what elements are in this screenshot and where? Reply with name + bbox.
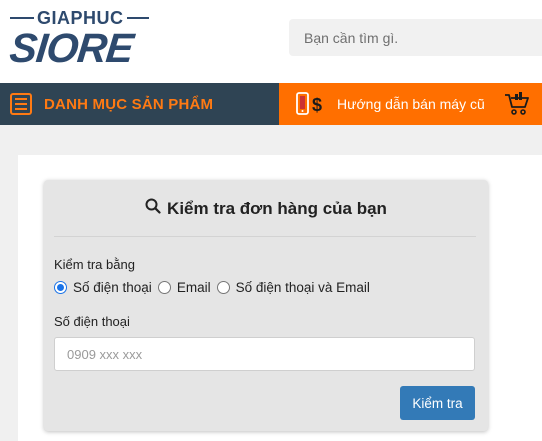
order-check-card: Kiểm tra đơn hàng của bạn Kiểm tra bằng … (44, 180, 488, 431)
search-input[interactable] (289, 19, 542, 56)
card-title: Kiểm tra đơn hàng của bạn (44, 198, 488, 219)
search-icon (145, 198, 161, 219)
card-divider (54, 236, 476, 237)
cart-icon[interactable] (504, 92, 530, 116)
logo-wordmark-bottom: SIORE (7, 25, 136, 71)
card-title-text: Kiểm tra đơn hàng của bạn (167, 198, 387, 218)
check-method-group: Số điện thoại Email Số điện thoại và Ema… (54, 280, 376, 295)
phone-input[interactable] (54, 337, 475, 371)
radio-option-phone-email[interactable]: Số điện thoại và Email (216, 280, 370, 295)
radio-email[interactable] (157, 281, 171, 294)
check-order-button[interactable]: Kiểm tra (400, 386, 475, 420)
svg-text:$: $ (312, 95, 322, 115)
phone-field-label: Số điện thoại (54, 314, 130, 329)
nav-bar: DANH MỤC SẢN PHẨM $ Hướng dẫn bán máy cũ (0, 83, 542, 125)
radio-option-phone[interactable]: Số điện thoại (54, 280, 152, 295)
radio-email-label: Email (176, 280, 211, 295)
store-logo[interactable]: GIAPHUC SIORE (7, 8, 170, 71)
radio-phone-email[interactable] (216, 281, 230, 294)
sell-guide-label: Hướng dẫn bán máy cũ (337, 96, 485, 112)
search-box (289, 19, 542, 56)
category-menu-label: DANH MỤC SẢN PHẨM (44, 95, 214, 113)
radio-phone[interactable] (54, 281, 67, 294)
logo-line-right (126, 17, 149, 19)
category-menu-button[interactable]: DANH MỤC SẢN PHẨM (0, 83, 279, 125)
site-header: GIAPHUC SIORE (0, 0, 542, 83)
hamburger-menu-icon (10, 93, 32, 115)
logo-line-left (10, 17, 34, 19)
radio-option-email[interactable]: Email (157, 280, 211, 295)
check-by-label: Kiểm tra bằng (54, 257, 135, 272)
sell-guide-link[interactable]: $ Hướng dẫn bán máy cũ (279, 83, 542, 125)
radio-phone-label: Số điện thoại (73, 280, 152, 295)
phone-dollar-icon: $ (295, 92, 327, 116)
radio-phone-email-label: Số điện thoại và Email (235, 280, 370, 295)
